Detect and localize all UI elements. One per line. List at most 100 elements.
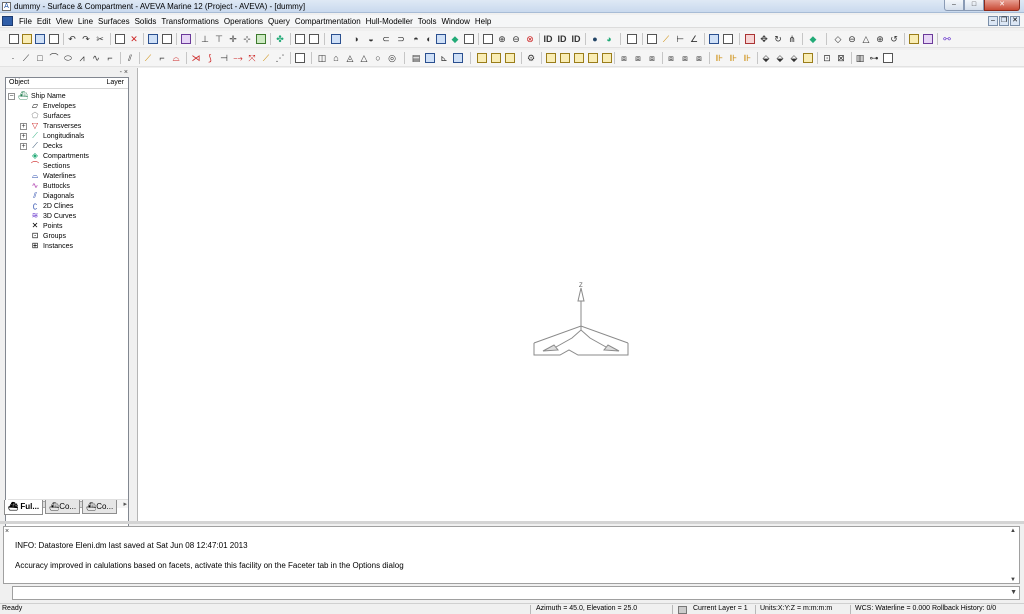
maximize-button[interactable]: □ <box>964 0 984 11</box>
frame-select-icon[interactable]: ⊡ <box>822 53 832 63</box>
label-1-icon[interactable]: ⊪ <box>714 53 724 63</box>
cube-2-icon[interactable]: ⧈ <box>633 53 643 63</box>
delete-icon[interactable]: ✕ <box>129 34 139 44</box>
tree-item-envelopes[interactable]: ▱ Envelopes <box>30 101 76 111</box>
cut-icon[interactable]: ✂ <box>95 34 105 44</box>
pan-icon[interactable]: ✥ <box>759 34 769 44</box>
rotate-icon[interactable]: ↻ <box>773 34 783 44</box>
hull-1-icon[interactable]: ⬙ <box>761 53 771 63</box>
minimize-button[interactable]: – <box>944 0 964 11</box>
trim-icon[interactable]: ⫽ <box>125 53 135 63</box>
doc-restore-button[interactable]: ❐ <box>999 16 1009 26</box>
tree-item-transverses[interactable]: + ▽ Transverses <box>20 121 81 131</box>
table-icon[interactable]: ▥ <box>855 53 865 63</box>
save-icon[interactable] <box>35 34 45 44</box>
solid-sphere-icon[interactable]: ○ <box>373 53 383 63</box>
dimension-icon[interactable]: ⊤ <box>214 34 224 44</box>
expand-icon[interactable]: + <box>20 142 27 150</box>
doc-minimize-button[interactable]: – <box>988 16 998 26</box>
walk-icon[interactable]: ⋔ <box>787 34 797 44</box>
new-icon[interactable] <box>9 34 19 44</box>
mirror-icon[interactable]: ⊥ <box>200 34 210 44</box>
tree-item-2d-clines[interactable]: ʗ 2D Clines <box>30 201 73 211</box>
copy-icon[interactable] <box>115 34 125 44</box>
id-button-3[interactable]: ID <box>571 34 581 44</box>
menu-view[interactable]: View <box>54 15 76 28</box>
solid-cone-icon[interactable]: ◬ <box>345 53 355 63</box>
globe-icon[interactable]: ◕ <box>604 34 614 44</box>
menu-file[interactable]: File <box>17 15 35 28</box>
tree-item-compartments[interactable]: ◈ Compartments <box>30 151 89 161</box>
mirror-curve-icon[interactable]: ⤧ <box>247 53 257 63</box>
zoom-in-icon[interactable]: ⊕ <box>497 34 507 44</box>
select-icon[interactable] <box>331 34 341 44</box>
tree-item-3d-curves[interactable]: ≋ 3D Curves <box>30 211 76 221</box>
scroll-right-icon[interactable]: ▸ <box>123 500 127 509</box>
menu-edit[interactable]: Edit <box>35 15 54 28</box>
triangle-icon[interactable]: △ <box>861 34 871 44</box>
tree-item-surfaces[interactable]: ⬠ Surfaces <box>30 111 71 121</box>
boolean-subtract-icon[interactable] <box>425 53 435 63</box>
break-icon[interactable]: ⋊ <box>191 53 201 63</box>
tree-item-sections[interactable]: ⌒ Sections <box>30 161 70 171</box>
drawing-canvas[interactable]: Z <box>137 68 1024 521</box>
distance-icon[interactable]: ⊢ <box>675 34 685 44</box>
hull-2-icon[interactable]: ⬙ <box>775 53 785 63</box>
cube-5-icon[interactable]: ⧈ <box>680 53 690 63</box>
offset-icon[interactable]: ⌐ <box>157 53 167 63</box>
buttock-icon[interactable] <box>574 53 584 63</box>
frame-icon[interactable] <box>602 53 612 63</box>
redo-icon[interactable]: ↷ <box>81 34 91 44</box>
extend-icon[interactable]: ⟋ <box>143 53 153 63</box>
calc-icon[interactable] <box>647 34 657 44</box>
menu-solids[interactable]: Solids <box>133 15 160 28</box>
spline-icon[interactable]: ∿ <box>91 53 101 63</box>
tree-item-points[interactable]: ✕ Points <box>30 221 63 231</box>
collapse-icon[interactable]: − <box>8 92 15 100</box>
section-view-icon[interactable]: ◑ <box>351 34 361 44</box>
id-button-1[interactable]: ID <box>543 34 553 44</box>
diamond-icon[interactable]: ◇ <box>833 34 843 44</box>
circle-plus-icon[interactable]: ⊕ <box>875 34 885 44</box>
frame-fit-icon[interactable]: ⊠ <box>836 53 846 63</box>
side-view-icon[interactable]: ⊂ <box>381 34 391 44</box>
polyline-icon[interactable]: ⩘ <box>77 53 87 63</box>
object-tree[interactable]: Object Layer − ⛴ Ship Name ▱ Envelopes ⬠… <box>5 77 129 559</box>
zoom-window-icon[interactable]: ⊗ <box>525 34 535 44</box>
split-view-icon[interactable] <box>309 34 319 44</box>
menu-operations[interactable]: Operations <box>222 15 266 28</box>
layer-icon[interactable] <box>162 34 172 44</box>
link-icon[interactable]: ⚯ <box>942 34 952 44</box>
tree-item-longitudinals[interactable]: + ⟋ Longitudinals <box>20 131 84 141</box>
menu-help[interactable]: Help <box>473 15 494 28</box>
header-object[interactable]: Object <box>9 79 29 86</box>
faceting-icon[interactable] <box>453 53 463 63</box>
hull-3-icon[interactable]: ⬙ <box>789 53 799 63</box>
menu-window[interactable]: Window <box>439 15 472 28</box>
panel-controls[interactable]: - × <box>120 69 128 76</box>
area-icon[interactable] <box>709 34 719 44</box>
open-icon[interactable] <box>22 34 32 44</box>
solid-box-icon[interactable]: ◫ <box>317 53 327 63</box>
close-button[interactable]: ✕ <box>984 0 1020 11</box>
app-icon[interactable]: A <box>2 2 11 11</box>
tree-item-diagonals[interactable]: ⫽ Diagonals <box>30 191 74 201</box>
tree-item-decks[interactable]: + ⟋ Decks <box>20 141 62 151</box>
pane-splitter[interactable] <box>0 521 1024 524</box>
group-add-icon[interactable] <box>491 53 501 63</box>
waterline-icon[interactable] <box>560 53 570 63</box>
project-icon[interactable]: ⤍ <box>233 53 243 63</box>
group-create-icon[interactable] <box>477 53 487 63</box>
menu-query[interactable]: Query <box>266 15 293 28</box>
volume-icon[interactable] <box>723 34 733 44</box>
fillet-icon[interactable]: ⌐ <box>105 53 115 63</box>
top-view-icon[interactable]: ⊃ <box>396 34 406 44</box>
hull-4-icon[interactable] <box>803 53 813 63</box>
circle-minus-icon[interactable]: ⊖ <box>847 34 857 44</box>
menu-hull-modeller[interactable]: Hull-Modeller <box>364 15 416 28</box>
header-layer[interactable]: Layer <box>106 79 124 86</box>
expand-icon[interactable]: + <box>20 132 27 140</box>
tree-item-instances[interactable]: ⊞ Instances <box>30 241 73 251</box>
export-icon[interactable]: ⊶ <box>869 53 879 63</box>
zoom-all-icon[interactable] <box>483 34 493 44</box>
